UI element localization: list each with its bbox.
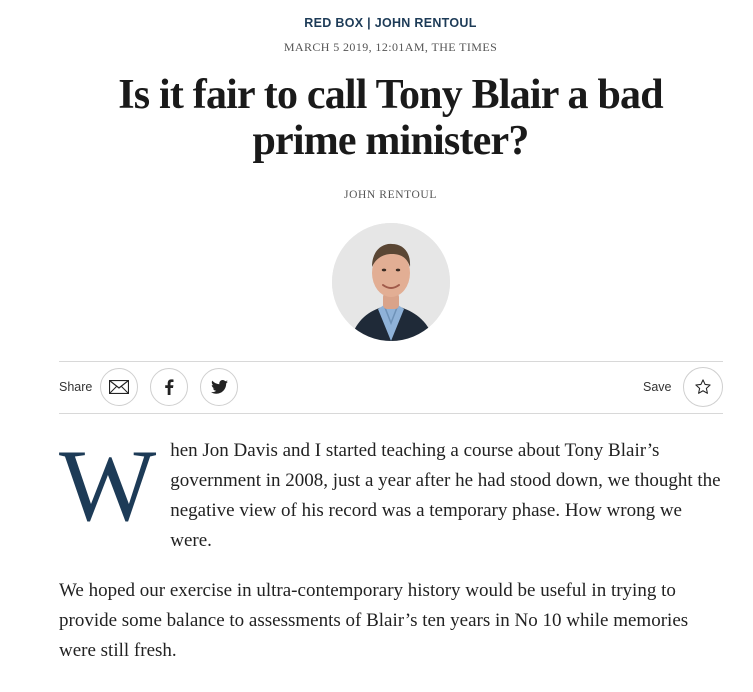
author-byline[interactable]: JOHN RENTOUL <box>0 189 753 201</box>
article-dateline: MARCH 5 2019, 12:01AM, THE TIMES <box>283 40 498 54</box>
article-body: When Jon Davis and I started teaching a … <box>59 429 723 686</box>
share-facebook-button[interactable] <box>150 368 188 406</box>
save-button[interactable] <box>683 367 723 407</box>
paragraph-1-text: hen Jon Davis and I started teaching a c… <box>170 440 721 551</box>
save-label: Save <box>643 380 672 394</box>
article-headline: Is it fair to call Tony Blair a bad prim… <box>118 72 663 164</box>
email-icon <box>109 380 129 394</box>
share-email-button[interactable] <box>100 368 138 406</box>
twitter-icon <box>210 380 228 394</box>
star-icon <box>695 379 711 394</box>
article-paragraph-2: We hoped our exercise in ultra-contempor… <box>59 580 689 661</box>
share-twitter-button[interactable] <box>200 368 238 406</box>
share-toolbar: Share Save <box>59 361 723 414</box>
facebook-icon <box>165 379 174 395</box>
article-paragraph-1: When Jon Davis and I started teaching a … <box>59 429 723 556</box>
author-avatar <box>332 223 450 341</box>
section-kicker[interactable]: RED BOX | JOHN RENTOUL <box>0 16 753 30</box>
drop-cap: W <box>59 429 157 543</box>
share-label: Share <box>59 380 93 394</box>
